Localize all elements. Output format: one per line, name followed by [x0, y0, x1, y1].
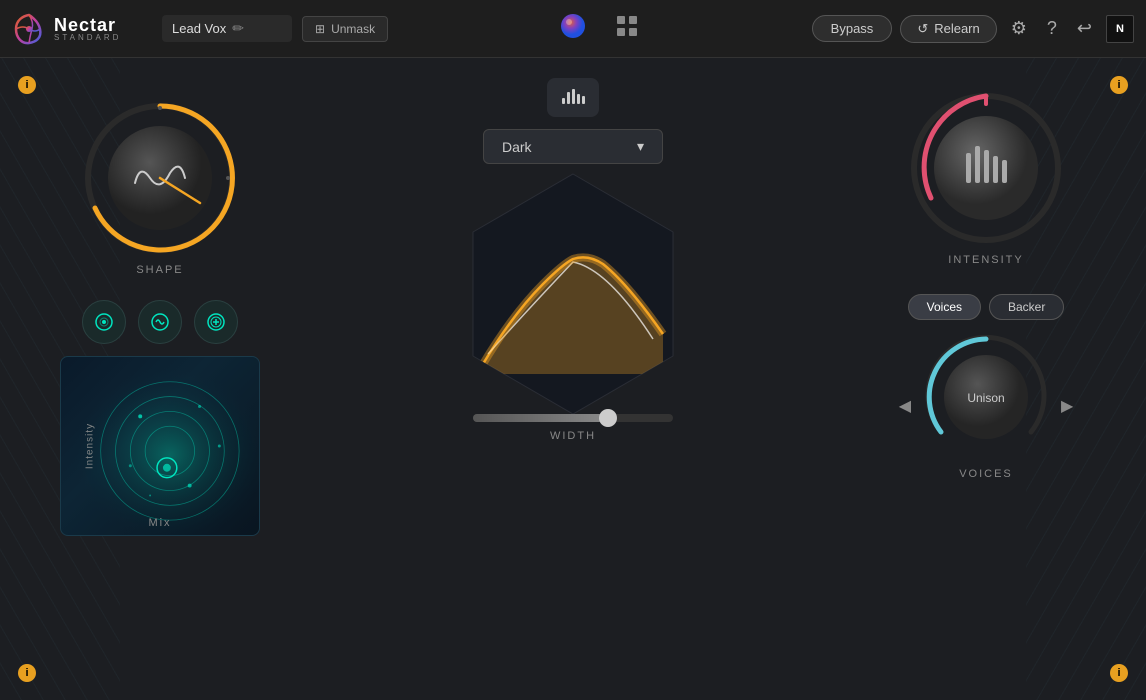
width-slider[interactable]: [473, 414, 673, 422]
pencil-icon[interactable]: ✏: [232, 20, 244, 37]
hex-display: [433, 154, 713, 434]
header: Nectar STANDARD Lead Vox ✏ ⊞ Unmask: [0, 0, 1146, 58]
left-panel: SHAPE: [0, 58, 300, 700]
info-dot-bottom-left[interactable]: i: [18, 664, 36, 682]
intensity-knob[interactable]: [906, 88, 1066, 248]
mini-buttons-row: [82, 300, 238, 344]
mix-label: Mix: [148, 517, 171, 529]
right-panel: INTENSITY Voices Backer ◀: [846, 58, 1146, 700]
mix-panel[interactable]: Intensity: [60, 356, 260, 536]
info-dot-bottom-right[interactable]: i: [1110, 664, 1128, 682]
center-panel: Dark ▾: [300, 58, 846, 700]
shape-knob[interactable]: [80, 98, 240, 258]
relearn-button[interactable]: ↺ Relearn: [900, 15, 996, 43]
info-dot-top-left[interactable]: i: [18, 76, 36, 94]
logo-title: Nectar: [54, 16, 121, 34]
voices-knob[interactable]: Unison: [921, 332, 1051, 462]
relearn-icon: ↺: [917, 21, 928, 37]
voices-tab[interactable]: Voices: [908, 294, 981, 320]
intensity-label: INTENSITY: [948, 254, 1023, 266]
backer-tab[interactable]: Backer: [989, 294, 1064, 320]
width-slider-thumb[interactable]: [599, 409, 617, 427]
intensity-knob-area: INTENSITY: [906, 88, 1066, 266]
shape-knob-area: SHAPE: [80, 98, 240, 276]
logo-area: Nectar STANDARD: [12, 12, 152, 46]
ni-logo: N: [1106, 15, 1134, 43]
dropdown-arrow-icon: ▾: [637, 138, 644, 155]
eq-selector-area: Dark ▾: [320, 78, 826, 164]
main-area: i i i i: [0, 58, 1146, 700]
info-dot-top-right[interactable]: i: [1110, 76, 1128, 94]
voices-label: VOICES: [959, 468, 1013, 480]
eq-value: Dark: [502, 139, 532, 155]
voices-knob-wrapper: Unison VOICES: [921, 332, 1051, 480]
undo-button[interactable]: ↩: [1071, 14, 1098, 43]
settings-button[interactable]: ⚙: [1005, 14, 1033, 43]
voices-tabs: Voices Backer: [908, 294, 1065, 320]
logo-icon: [12, 12, 46, 46]
mini-btn-2[interactable]: [138, 300, 182, 344]
nav-icon-circle[interactable]: [555, 8, 591, 50]
svg-text:Unison: Unison: [967, 391, 1004, 405]
unmask-grid-icon: ⊞: [315, 22, 325, 36]
right-controls: Bypass ↺ Relearn ⚙ ? ↩ N: [812, 14, 1134, 43]
bypass-button[interactable]: Bypass: [812, 15, 893, 42]
mini-btn-1[interactable]: [82, 300, 126, 344]
mini-btn-3[interactable]: [194, 300, 238, 344]
logo-text: Nectar STANDARD: [54, 16, 121, 42]
nav-icon-grid[interactable]: [609, 8, 645, 50]
unmask-button[interactable]: ⊞ Unmask: [302, 16, 388, 42]
preset-area[interactable]: Lead Vox ✏: [162, 15, 292, 42]
width-slider-fill: [473, 414, 603, 422]
preset-name: Lead Vox: [172, 21, 226, 36]
next-voice-button[interactable]: ▶: [1061, 396, 1073, 416]
help-button[interactable]: ?: [1041, 14, 1063, 43]
center-nav: [398, 8, 802, 50]
voices-knob-area: ◀: [899, 332, 1074, 480]
shape-label: SHAPE: [136, 264, 183, 276]
relearn-label: Relearn: [934, 21, 980, 36]
prev-voice-button[interactable]: ◀: [899, 396, 911, 416]
unmask-label: Unmask: [331, 22, 375, 36]
eq-icon-button[interactable]: [547, 78, 599, 117]
logo-subtitle: STANDARD: [54, 34, 121, 42]
